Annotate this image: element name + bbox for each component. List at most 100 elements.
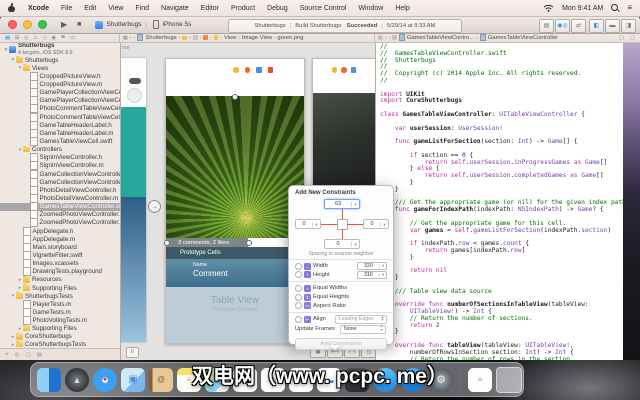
back-icon[interactable]: ‹ [130, 35, 132, 41]
width-checkbox[interactable] [295, 263, 302, 270]
equal-heights-checkbox[interactable] [295, 294, 302, 301]
menu-navigate[interactable]: Navigate [155, 5, 195, 12]
add-assistant-button[interactable]: ▢ [617, 35, 626, 41]
close-assistant-button[interactable]: ▢ [628, 35, 637, 41]
document-outline-toggle[interactable]: ⌷ [126, 347, 139, 358]
cell-name-label[interactable]: Name [193, 262, 207, 268]
tree-item-gamecollectionviewcontroller-h[interactable]: GameCollectionViewController.h [0, 170, 120, 178]
menu-view[interactable]: View [102, 5, 129, 12]
version-editor-button[interactable]: ⇄ [571, 19, 586, 33]
tree-item-gameplayercollectionviewcell-h[interactable]: GamePlayerCollectionViewCell.h [0, 89, 120, 97]
tree-item-images-xcassets[interactable]: Images.xcassets [0, 260, 120, 268]
breakpoint-navigator[interactable]: ⚑ [61, 34, 66, 42]
tree-item-croppedpictureview-m[interactable]: CroppedPictureView.m [0, 80, 120, 88]
equal-widths-checkbox[interactable] [295, 285, 302, 292]
tree-item-gametests-m[interactable]: GameTests.m [0, 308, 120, 316]
bottom-spacing-field[interactable]: 0▼ [324, 239, 360, 249]
comments-label[interactable]: 3 comments, 2 likes [166, 238, 248, 247]
view-controller-dock-icon[interactable] [332, 67, 338, 73]
navigator-panel-button[interactable]: ◧ [589, 19, 604, 33]
tree-item-photocommenttableviewcell-m[interactable]: PhotoCommentTableViewCell.m [0, 113, 120, 121]
project-row-shutterbugs[interactable]: ▾Shutterbugs4 targets, iOS SDK 8.0 [0, 43, 120, 56]
tree-item-gameplayercollectionviewcell-m[interactable]: GamePlayerCollectionViewCell.m [0, 97, 120, 105]
exit-dock-icon[interactable] [351, 67, 357, 73]
view-controller-dock-icon[interactable] [233, 67, 239, 73]
tree-item-gametableheaderlabel-m[interactable]: GameTableHeaderLabel.m [0, 129, 120, 137]
menu-product[interactable]: Product [225, 5, 261, 12]
find-navigator[interactable]: ◎ [24, 34, 29, 42]
add-constraints-button[interactable]: Add Constraints [295, 338, 387, 350]
menu-xcode[interactable]: Xcode [22, 5, 55, 12]
spotlight-icon[interactable] [611, 4, 619, 12]
forward-icon[interactable]: › [389, 35, 391, 41]
selection-handle[interactable] [232, 94, 238, 100]
interface-builder-jump-bar[interactable]: ▦ ‹ › Shutterbugs › › › › › View › Image… [120, 33, 375, 42]
jump-symbol[interactable]: GamesTableViewController [488, 35, 558, 41]
related-items-icon[interactable]: ▤ [378, 35, 383, 41]
menu-help[interactable]: Help [389, 5, 415, 12]
align-select[interactable]: Leading Edges▲▼ [335, 315, 387, 324]
tree-item-gamestableviewcell-swift[interactable]: GamesTableViewCell.swift [0, 137, 120, 145]
top-spacing-field[interactable]: 63▼ [324, 199, 360, 209]
code-area[interactable]: //// GamesTableViewController.swift// Sh… [380, 44, 621, 360]
top-strut[interactable] [342, 209, 343, 219]
tree-item-controllers[interactable]: ▾Controllers [0, 146, 120, 154]
width-value-field[interactable]: 320▼ [357, 262, 387, 270]
menu-file[interactable]: File [55, 5, 78, 12]
scheme-selector[interactable]: Shutterbugs 〉 iPhone 5s [95, 20, 191, 29]
menu-find[interactable]: Find [129, 5, 155, 12]
tree-item-appdelegate-m[interactable]: AppDelegate.m [0, 235, 120, 243]
editor-jump-bar[interactable]: ▤ ‹ › GamesTableViewContro... › GamesTab… [375, 33, 640, 42]
zoom-window-button[interactable] [38, 20, 47, 29]
exit-dock-icon[interactable] [256, 67, 262, 73]
selection-handle[interactable] [164, 240, 170, 246]
tree-item-supporting-files[interactable]: ▸Supporting Files [0, 325, 120, 333]
trailing-spacing-field[interactable]: 0▼ [363, 219, 389, 229]
tree-item-photodetailviewcontroller-m[interactable]: PhotoDetailViewController.m [0, 194, 120, 202]
tree-item-zoomedphotoviewcontroller-m[interactable]: ZoomedPhotoViewController.m [0, 219, 120, 227]
file-tree[interactable]: ▾Shutterbugs4 targets, iOS SDK 8.0▾Shutt… [0, 43, 120, 347]
games-scene-artboard[interactable]: 3 comments, 2 likes Prototype Cells Name… [165, 58, 305, 344]
prototype-cell[interactable]: Name Comment [166, 259, 304, 287]
tree-item-views[interactable]: ▾Views [0, 64, 120, 72]
jump-leaf[interactable]: Image View - green.png [242, 35, 303, 41]
issue-navigator[interactable]: ⚠ [33, 34, 38, 42]
tree-item-appdelegate-h[interactable]: AppDelegate.h [0, 227, 120, 235]
first-responder-dock-icon[interactable] [245, 67, 251, 73]
tree-item-zoomedphotoviewcontroller-h[interactable]: ZoomedPhotoViewController.h [0, 211, 120, 219]
tree-item-drawingtests-playground[interactable]: DrawingTests.playground [0, 268, 120, 276]
height-value-field[interactable]: 316▼ [357, 271, 387, 279]
stop-button[interactable]: ■ [77, 21, 81, 28]
update-frames-select[interactable]: None▲▼ [340, 325, 386, 334]
cell-comment-label[interactable]: Comment [193, 269, 228, 278]
menu-editor[interactable]: Editor [195, 5, 225, 12]
symbol-navigator[interactable]: ⊞ [15, 34, 20, 42]
leading-strut[interactable] [321, 224, 337, 225]
leading-spacing-field[interactable]: 0▼ [295, 219, 321, 229]
project-navigator[interactable]: ▤ [5, 34, 10, 42]
report-navigator[interactable]: ▭ [70, 34, 75, 42]
segue-arrow-icon[interactable]: → [148, 200, 161, 213]
green-flower-image-view[interactable] [166, 96, 304, 238]
run-button[interactable]: ▶ [61, 20, 67, 29]
filter-recent-icon[interactable]: ◎ [15, 352, 20, 358]
jump-view[interactable]: View [224, 35, 236, 41]
back-icon[interactable]: ‹ [385, 35, 387, 41]
tree-item-gamestableviewcontroller-swift[interactable]: GamesTableViewController.swift [0, 203, 120, 211]
tree-item-coreshutterbugs[interactable]: ▸CoreShutterbugs [0, 333, 120, 341]
menu-edit[interactable]: Edit [78, 5, 102, 12]
notification-center-icon[interactable]: ≡ [627, 4, 632, 12]
tree-item-photovotingtests-m[interactable]: PhotoVotingTests.m [0, 317, 120, 325]
signin-view-controller-partial[interactable] [120, 58, 146, 342]
tree-item-playertests-m[interactable]: PlayerTests.m [0, 300, 120, 308]
trailing-strut[interactable] [347, 224, 363, 225]
menu-window[interactable]: Window [352, 5, 389, 12]
menu-source-control[interactable]: Source Control [294, 5, 353, 12]
tree-item-coreshutterbugstests[interactable]: ▸CoreShutterbugsTests [0, 341, 120, 347]
debug-area-button[interactable]: ▬ [605, 19, 620, 33]
tree-item-shutterbugs[interactable]: ▾Shutterbugs [0, 56, 120, 64]
prototype-cells-header[interactable]: Prototype Cells [166, 247, 304, 259]
related-items-icon[interactable]: ▦ [123, 35, 128, 41]
close-window-button[interactable] [8, 20, 17, 29]
tree-item-croppedpictureview-h[interactable]: CroppedPictureView.h [0, 72, 120, 80]
